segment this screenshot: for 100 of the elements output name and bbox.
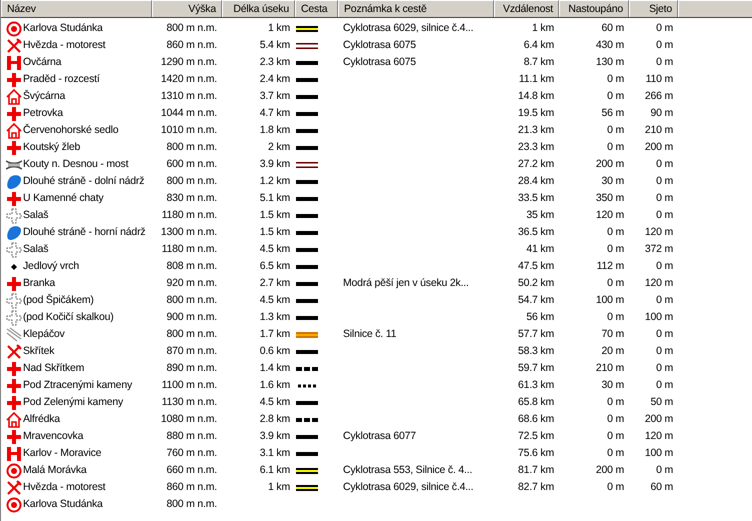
altitude-cell-text: 800 m n.m. (165, 140, 217, 155)
list-row[interactable]: Salaš 1180 m n.m. 1.5 km 35 km 120 m 0 m (1, 207, 752, 224)
list-row[interactable]: Hvězda - motorest 860 m n.m. 5.4 km Cyklotrasa 6075 6.4 km 430 m 0 m (1, 37, 752, 54)
ascent-cell-text: 350 m (594, 190, 624, 206)
place-name: Ovčárna (23, 54, 62, 70)
altitude-cell-text: 1180 m n.m. (160, 208, 217, 223)
note-cell-text: Cyklotrasa 6029, silnice č.4... (343, 480, 474, 495)
descent-cell-text: 0 m (655, 326, 673, 342)
altitude-cell-text: 830 m n.m. (165, 190, 217, 206)
list-row[interactable]: Ovčárna 1290 m n.m. 2.3 km Cyklotrasa 6075 8.7 km 130 m 0 m (1, 54, 752, 71)
ascent-cell-text: 0 m (606, 446, 624, 461)
column-header[interactable]: Sjeto (629, 0, 678, 17)
altitude-cell-text: 1310 m n.m. (160, 88, 217, 104)
distance-cell-text: 28.4 km (517, 174, 554, 189)
list-row[interactable]: Hvězda - motorest 860 m n.m. 1 km Cyklotrasa 6029, silnice č.4... 82.7 km 0 m 60 m (1, 479, 752, 496)
list-row[interactable]: Jedlový vrch 808 m n.m. 6.5 km 47.5 km 112 m 0 m (1, 258, 752, 275)
ascent-cell-text: 0 m (606, 140, 624, 155)
place-name: Praděd - rozcestí (23, 72, 100, 87)
note-cell-text: Modrá pěší jen v úseku 2k... (343, 276, 470, 291)
column-header[interactable]: Název (1, 0, 152, 17)
length-cell-text: 2.8 km (258, 412, 290, 427)
list-row[interactable]: Petrovka 1044 m n.m. 4.7 km 19.5 km 56 m 90 m (1, 105, 752, 122)
ascent-cell-text: 130 m (594, 54, 624, 70)
place-name: Karlov - Moravice (23, 446, 102, 461)
distance-cell-text: 72.5 km (517, 428, 554, 444)
place-name: Klepáčov (23, 326, 65, 342)
list-row[interactable]: Alfrédka 1080 m n.m. 2.8 km 68.6 km 0 m 200 m (1, 411, 752, 428)
list-row[interactable]: Skřítek 870 m n.m. 0.6 km 58.3 km 20 m 0 m (1, 343, 752, 360)
altitude-cell-text: 800 m n.m. (165, 496, 217, 512)
altitude-cell-text: 860 m n.m. (165, 38, 217, 53)
distance-cell-text: 35 km (525, 208, 554, 223)
list-row[interactable]: Červenohorské sedlo 1010 m n.m. 1.8 km 21.3 km 0 m 210 m (1, 122, 752, 139)
distance-cell-text: 27.2 km (517, 156, 554, 172)
length-cell-text: 2.4 km (258, 72, 290, 87)
list-row[interactable]: Pod Zelenými kameny 1130 m n.m. 4.5 km 65.8 km 0 m 50 m (1, 394, 752, 411)
list-row[interactable]: Koutský žleb 800 m n.m. 2 km 23.3 km 0 m 200 m (1, 139, 752, 156)
length-cell-text: 1.6 km (258, 378, 290, 393)
altitude-cell-text: 800 m n.m. (165, 292, 217, 308)
altitude-cell-text: 890 m n.m. (165, 360, 217, 376)
place-name: Salaš (23, 208, 48, 223)
list-row[interactable]: Branka 920 m n.m. 2.7 km Modrá pěší jen v úseku 2k... 50.2 km 0 m 120 m (1, 275, 752, 292)
ascent-cell-text: 0 m (606, 224, 624, 240)
list-row[interactable]: Karlova Studánka 800 m n.m. (1, 496, 752, 513)
length-cell-text: 1.7 km (258, 326, 290, 342)
list-row[interactable]: Dlouhé stráně - dolní nádrž 800 m n.m. 1.2 km 28.4 km 30 m 0 m (1, 173, 752, 190)
column-header[interactable]: Poznámka k cestě (338, 0, 494, 17)
distance-cell-text: 58.3 km (517, 344, 554, 359)
list-row[interactable]: Nad Skřítkem 890 m n.m. 1.4 km 59.7 km 210 m 0 m (1, 360, 752, 377)
descent-cell-text: 100 m (644, 446, 673, 461)
place-name: U Kamenné chaty (23, 190, 104, 206)
column-header[interactable]: Cesta (295, 0, 338, 17)
list-row[interactable]: U Kamenné chaty 830 m n.m. 5.1 km 33.5 km 350 m 0 m (1, 190, 752, 207)
place-name: Malá Morávka (23, 462, 87, 478)
list-row[interactable]: Salaš 1180 m n.m. 4.5 km 41 km 0 m 372 m (1, 241, 752, 258)
altitude-cell-text: 1080 m n.m. (160, 412, 217, 427)
list-row[interactable]: Kouty n. Desnou - most 600 m n.m. 3.9 km 27.2 km 200 m 0 m (1, 156, 752, 173)
length-cell-text: 4.7 km (258, 106, 290, 121)
altitude-cell-text: 800 m n.m. (165, 174, 217, 189)
length-cell-text: 1.8 km (258, 122, 290, 138)
list-row[interactable]: Praděd - rozcestí 1420 m n.m. 2.4 km 11.1 km 0 m 110 m (1, 71, 752, 88)
list-row[interactable]: Dlouhé stráně - horní nádrž 1300 m n.m. 1.5 km 36.5 km 0 m 120 m (1, 224, 752, 241)
list-row[interactable]: Mravencovka 880 m n.m. 3.9 km Cyklotrasa 6077 72.5 km 0 m 120 m (1, 428, 752, 445)
place-name: Skřítek (23, 344, 54, 359)
place-name: Karlova Studánka (23, 20, 103, 36)
ascent-cell-text: 112 m (596, 258, 624, 274)
column-header[interactable]: Výška (152, 0, 222, 17)
descent-cell-text: 50 m (649, 394, 673, 410)
length-cell-text: 5.1 km (258, 190, 290, 206)
ascent-cell-text: 70 m (600, 326, 624, 342)
list-row[interactable]: Klepáčov 800 m n.m. 1.7 km Silnice č. 11 57.7 km 70 m 0 m (1, 326, 752, 343)
altitude-cell-text: 1300 m n.m. (160, 224, 217, 240)
list-row[interactable]: Švýcárna 1310 m n.m. 3.7 km 14.8 km 0 m 266 m (1, 88, 752, 105)
descent-cell-text: 200 m (644, 412, 673, 427)
list-row[interactable]: Pod Ztracenými kameny 1100 m n.m. 1.6 km 61.3 km 30 m 0 m (1, 377, 752, 394)
ascent-cell-text: 0 m (606, 242, 624, 257)
altitude-cell-text: 1420 m n.m. (160, 72, 217, 87)
descent-cell-text: 120 m (644, 276, 673, 291)
list-row[interactable]: (pod Kočičí skalkou) 900 m n.m. 1.3 km 56 km 0 m 100 m (1, 309, 752, 326)
altitude-cell-text: 1290 m n.m. (160, 54, 217, 70)
ascent-cell-text: 0 m (606, 72, 624, 87)
length-cell-text: 4.5 km (258, 394, 290, 410)
place-name: Dlouhé stráně - dolní nádrž (23, 174, 144, 189)
list-row[interactable]: Karlov - Moravice 760 m n.m. 3.1 km 75.6 km 0 m 100 m (1, 445, 752, 462)
ascent-cell-text: 100 m (594, 292, 624, 308)
column-header[interactable]: Délka úseku (222, 0, 295, 17)
list-row[interactable]: (pod Špičákem) 800 m n.m. 4.5 km 54.7 km 100 m 0 m (1, 292, 752, 309)
distance-cell-text: 54.7 km (517, 292, 554, 308)
place-name: Kouty n. Desnou - most (23, 156, 128, 172)
note-cell-text: Cyklotrasa 6029, silnice č.4... (343, 20, 474, 36)
ascent-cell-text: 30 m (600, 174, 624, 189)
distance-cell-text: 75.6 km (517, 446, 554, 461)
altitude-cell-text: 1130 m n.m. (160, 394, 217, 410)
list-row[interactable]: Malá Morávka 660 m n.m. 6.1 km Cyklotrasa 553, Silnice č. 4... 81.7 km 200 m 0 m (1, 462, 752, 479)
descent-cell-text: 0 m (655, 174, 673, 189)
column-header[interactable]: Vzdálenost (494, 0, 559, 17)
ascent-cell-text: 0 m (606, 480, 624, 495)
ascent-cell-text: 210 m (594, 360, 624, 376)
distance-cell-text: 47.5 km (517, 258, 554, 274)
list-row[interactable]: Karlova Studánka 800 m n.m. 1 km Cyklotrasa 6029, silnice č.4... 1 km 60 m 0 m (1, 20, 752, 37)
column-header[interactable]: Nastoupáno (559, 0, 629, 17)
